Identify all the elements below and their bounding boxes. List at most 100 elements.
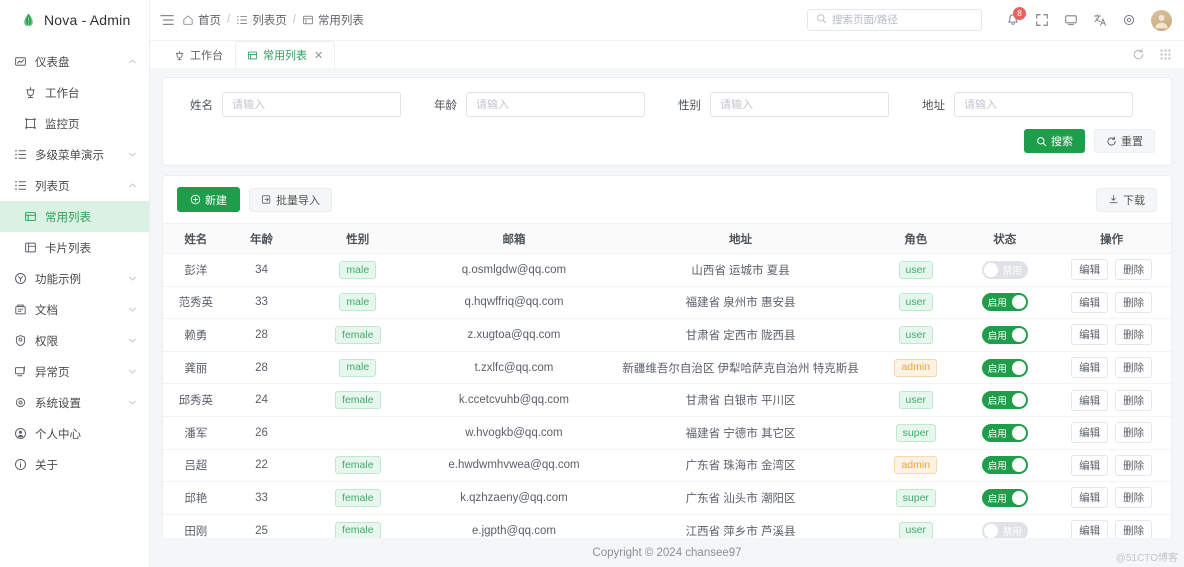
avatar[interactable]: [1151, 9, 1172, 31]
breadcrumb-item-1[interactable]: 列表页: [236, 12, 287, 28]
status-toggle[interactable]: 启用: [981, 325, 1028, 344]
cell-status: 启用: [957, 351, 1053, 385]
sidebar-item-7[interactable]: 功能示例: [0, 263, 149, 294]
tab-list: 工作台 常用列表 ✕: [162, 41, 336, 68]
brand-logo[interactable]: Nova - Admin: [0, 0, 149, 40]
cell-email: q.osmlgdw@qq.com: [421, 253, 607, 287]
edit-button[interactable]: 编辑: [1071, 389, 1109, 411]
search-field-input[interactable]: [476, 98, 635, 111]
edit-button[interactable]: 编辑: [1071, 259, 1109, 281]
tab-bar: 工作台 常用列表 ✕: [150, 40, 1184, 68]
status-toggle[interactable]: 启用: [981, 456, 1028, 475]
cell-role: admin: [874, 449, 958, 483]
sidebar-item-4[interactable]: 列表页: [0, 170, 149, 201]
grid-menu-icon[interactable]: [1159, 48, 1172, 61]
role-badge: user: [898, 391, 933, 410]
sidebar-item-1[interactable]: 工作台: [0, 77, 149, 108]
row-actions: 编辑 删除: [1071, 357, 1153, 379]
delete-button[interactable]: 删除: [1115, 291, 1153, 313]
delete-button[interactable]: 删除: [1115, 454, 1153, 476]
status-toggle[interactable]: 禁用: [981, 260, 1028, 279]
breadcrumb-item-2[interactable]: 常用列表: [302, 12, 364, 28]
search-field-input[interactable]: [232, 98, 391, 111]
reset-button[interactable]: 重置: [1094, 129, 1155, 153]
home-icon: [182, 14, 194, 26]
edit-button[interactable]: 编辑: [1071, 487, 1109, 509]
sidebar-item-9[interactable]: 权限: [0, 325, 149, 356]
role-badge: super: [895, 423, 936, 442]
download-button[interactable]: 下载: [1096, 187, 1157, 212]
sidebar-item-10[interactable]: 异常页: [0, 356, 149, 387]
status-toggle[interactable]: 启用: [981, 358, 1028, 377]
fullscreen-icon[interactable]: [1035, 13, 1049, 27]
search-field-input-wrap[interactable]: [222, 92, 401, 117]
cell-role: user: [874, 253, 958, 287]
sidebar-item-13[interactable]: 关于: [0, 449, 149, 480]
status-toggle[interactable]: 启用: [981, 488, 1028, 507]
edit-button[interactable]: 编辑: [1071, 291, 1109, 313]
cell-actions: 编辑 删除: [1052, 286, 1171, 320]
search-field-label: 年龄: [434, 99, 457, 112]
role-badge: user: [898, 293, 933, 312]
search-button[interactable]: 搜索: [1024, 129, 1085, 153]
sidebar-item-11[interactable]: 系统设置: [0, 387, 149, 418]
search-field-input-wrap[interactable]: [954, 92, 1133, 117]
search-field-input[interactable]: [720, 98, 879, 111]
delete-button[interactable]: 删除: [1115, 357, 1153, 379]
sidebar-item-label: 异常页: [35, 366, 70, 379]
gear-icon[interactable]: [1122, 13, 1136, 27]
delete-button[interactable]: 删除: [1115, 487, 1153, 509]
cell-status: 启用: [957, 481, 1053, 515]
cell-email: k.qzhzaeny@qq.com: [421, 481, 607, 515]
edit-button[interactable]: 编辑: [1071, 454, 1109, 476]
search-field-input-wrap[interactable]: [710, 92, 889, 117]
edit-button[interactable]: 编辑: [1071, 324, 1109, 346]
search-button-label: 搜索: [1051, 136, 1073, 148]
bell-icon[interactable]: 8: [1006, 7, 1026, 27]
sidebar-item-6[interactable]: 卡片列表: [0, 232, 149, 263]
table-column-header: 邮箱: [421, 223, 607, 254]
close-icon[interactable]: ✕: [314, 49, 323, 62]
sidebar-item-5[interactable]: 常用列表: [0, 201, 149, 232]
gear-icon: [14, 396, 27, 409]
import-button[interactable]: 批量导入: [249, 187, 332, 212]
cell-address: 江西省 萍乡市 芦溪县: [606, 514, 875, 538]
delete-button[interactable]: 删除: [1115, 324, 1153, 346]
cell-actions: 编辑 删除: [1052, 318, 1171, 352]
tab-1[interactable]: 常用列表 ✕: [235, 41, 336, 68]
tab-0[interactable]: 工作台: [162, 41, 235, 68]
sidebar-item-2[interactable]: 监控页: [0, 108, 149, 139]
status-toggle[interactable]: 启用: [981, 293, 1028, 312]
edit-button[interactable]: 编辑: [1071, 520, 1109, 538]
breadcrumb-separator: /: [292, 14, 296, 26]
edit-button[interactable]: 编辑: [1071, 422, 1109, 444]
import-icon: [261, 194, 272, 205]
global-search[interactable]: [807, 9, 982, 31]
delete-button[interactable]: 删除: [1115, 389, 1153, 411]
status-toggle[interactable]: 启用: [981, 391, 1028, 410]
search-field-input[interactable]: [964, 98, 1123, 111]
edit-button[interactable]: 编辑: [1071, 357, 1109, 379]
sidebar-item-8[interactable]: 文档: [0, 294, 149, 325]
refresh-icon[interactable]: [1132, 48, 1145, 61]
search-input[interactable]: [832, 14, 973, 26]
hamburger-icon[interactable]: [160, 13, 174, 27]
language-icon[interactable]: [1093, 13, 1107, 27]
sidebar-item-0[interactable]: 仪表盘: [0, 46, 149, 77]
delete-button[interactable]: 删除: [1115, 259, 1153, 281]
cell-address: 福建省 宁德市 其它区: [606, 416, 875, 450]
status-toggle[interactable]: 禁用: [981, 521, 1028, 538]
list-page-icon: [236, 14, 248, 26]
sidebar-item-12[interactable]: 个人中心: [0, 418, 149, 449]
screen-icon[interactable]: [1064, 13, 1078, 27]
search-field-label: 地址: [922, 99, 945, 112]
sidebar-item-3[interactable]: 多级菜单演示: [0, 139, 149, 170]
create-button[interactable]: 新建: [177, 187, 240, 212]
delete-button[interactable]: 删除: [1115, 422, 1153, 444]
search-field-input-wrap[interactable]: [466, 92, 645, 117]
breadcrumb-item-0[interactable]: 首页: [182, 12, 221, 28]
app-root: Nova - Admin 仪表盘 工作台 监控页 多级菜单演示 列表页 常用列表 卡片列表功…: [0, 0, 1184, 567]
delete-button[interactable]: 删除: [1115, 520, 1153, 538]
search-field-1: 年龄: [423, 92, 667, 117]
status-toggle[interactable]: 启用: [981, 423, 1028, 442]
